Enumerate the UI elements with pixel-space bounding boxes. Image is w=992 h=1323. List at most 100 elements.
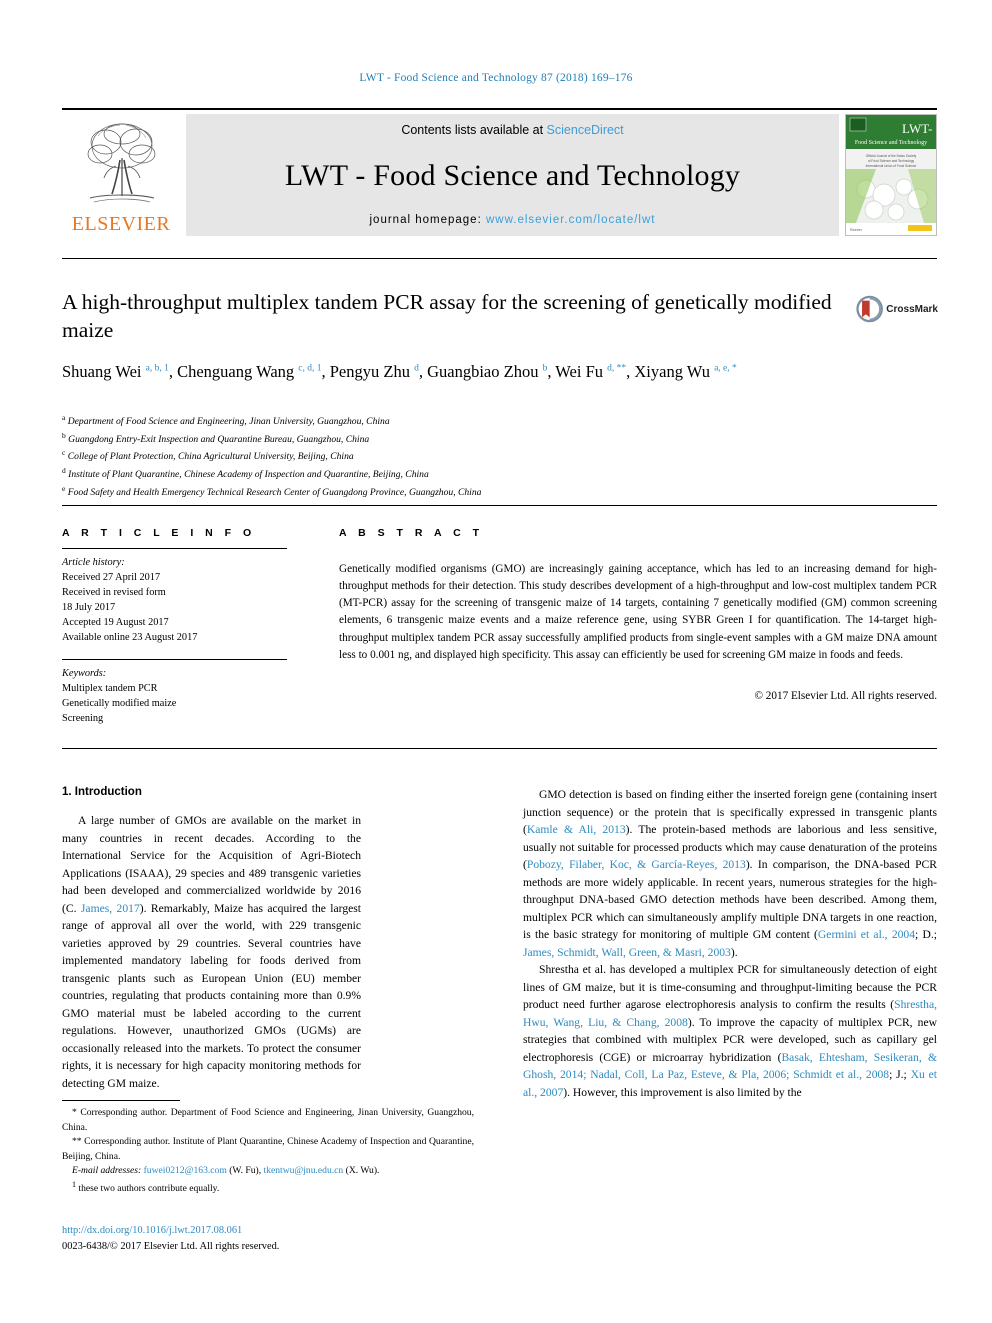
elsevier-tree-icon bbox=[87, 123, 156, 203]
article-info-block: Article history: Received 27 April 2017 … bbox=[62, 548, 287, 726]
body-column-right: GMO detection is based on finding either… bbox=[523, 786, 937, 1101]
intro-p1-part-a: A large number of GMOs are available on … bbox=[62, 814, 361, 915]
intro-paragraph-2: GMO detection is based on finding either… bbox=[523, 786, 937, 961]
history-revised-label: Received in revised form bbox=[62, 587, 166, 599]
sciencedirect-link[interactable]: ScienceDirect bbox=[547, 123, 624, 137]
paper-page: LWT - Food Science and Technology 87 (20… bbox=[0, 0, 992, 1323]
affiliation-marker: a bbox=[62, 413, 66, 422]
footnote-block: * Corresponding author. Department of Fo… bbox=[62, 1106, 474, 1197]
affiliation-text: Guangdong Entry-Exit Inspection and Quar… bbox=[68, 433, 370, 445]
affiliation-marker: b bbox=[62, 430, 66, 440]
affiliation-item: e Food Safety and Health Emergency Techn… bbox=[62, 483, 762, 501]
article-history-label: Article history: bbox=[62, 557, 125, 568]
journal-cover-image: LWT- Food Science and Technology Officia… bbox=[846, 115, 936, 235]
crossmark-icon bbox=[856, 295, 883, 323]
affiliation-text: Institute of Plant Quarantine, Chinese A… bbox=[68, 469, 429, 481]
footnote-corresponding-2: ** Corresponding author. Institute of Pl… bbox=[62, 1135, 474, 1164]
affiliation-text: Department of Food Science and Engineeri… bbox=[67, 416, 390, 428]
svg-text:of Food Science and Technology: of Food Science and Technology bbox=[868, 159, 915, 163]
keyword-item: Genetically modified maize bbox=[62, 698, 177, 710]
crossmark-badge[interactable]: CrossMark bbox=[856, 288, 938, 330]
section-heading-introduction: 1. Introduction bbox=[62, 786, 142, 798]
keywords-label: Keywords: bbox=[62, 668, 107, 680]
affiliation-item: a Department of Food Science and Enginee… bbox=[62, 412, 762, 430]
affiliation-item: c College of Plant Protection, China Agr… bbox=[62, 447, 762, 465]
abstract-heading: A B S T R A C T bbox=[339, 527, 484, 539]
email-label: E-mail addresses: bbox=[72, 1165, 142, 1177]
contents-available-line: Contents lists available at ScienceDirec… bbox=[401, 123, 623, 137]
citation-kamle-ali-2013[interactable]: Kamle & Ali, 2013 bbox=[527, 823, 626, 836]
info-divider-bottom bbox=[62, 748, 937, 749]
keywords-rule bbox=[62, 659, 287, 661]
intro-p3-part-a: Shrestha et al. has developed a multiple… bbox=[523, 963, 937, 1011]
keyword-item: Multiplex tandem PCR bbox=[62, 683, 158, 695]
doi-link[interactable]: http://dx.doi.org/10.1016/j.lwt.2017.08.… bbox=[62, 1225, 242, 1236]
email-name-wu: (X. Wu). bbox=[345, 1165, 380, 1177]
footnote-marker-2: ** bbox=[72, 1136, 82, 1148]
journal-title: LWT - Food Science and Technology bbox=[284, 158, 741, 192]
article-info-spacer bbox=[62, 645, 287, 659]
affiliation-item: d Institute of Plant Quarantine, Chinese… bbox=[62, 465, 762, 483]
citation-pobozy-2013[interactable]: Pobozy, Filaber, Koc, & García-Reyes, 20… bbox=[527, 858, 746, 871]
svg-text:LWT-: LWT- bbox=[902, 121, 932, 136]
footnote-equal-contribution: 1 these two authors contribute equally. bbox=[62, 1179, 474, 1197]
abstract-copyright: © 2017 Elsevier Ltd. All rights reserved… bbox=[754, 690, 938, 702]
affiliation-marker: d bbox=[62, 466, 66, 476]
intro-p1-part-b: ). Remarkably, Maize has acquired the la… bbox=[62, 901, 361, 1090]
journal-cover-thumbnail: LWT- Food Science and Technology Officia… bbox=[845, 114, 937, 236]
footnote-marker-1: * bbox=[72, 1107, 77, 1118]
email-link-wu[interactable]: tkentwu@jnu.edu.cn bbox=[264, 1165, 344, 1176]
article-history-block: Article history: Received 27 April 2017 … bbox=[62, 555, 287, 645]
crossmark-label: CrossMark bbox=[886, 303, 938, 315]
body-column-left: 1. Introduction A large number of GMOs a… bbox=[62, 786, 361, 1092]
journal-homepage-link[interactable]: www.elsevier.com/locate/lwt bbox=[486, 214, 656, 226]
affiliation-text: College of Plant Protection, China Agric… bbox=[67, 451, 354, 463]
history-received: Received 27 April 2017 bbox=[62, 572, 161, 584]
contents-band: Contents lists available at ScienceDirec… bbox=[186, 114, 839, 236]
affiliation-marker: e bbox=[62, 483, 66, 493]
intro-p2-part-e: ). bbox=[730, 945, 738, 959]
affiliation-item: b Guangdong Entry-Exit Inspection and Qu… bbox=[62, 430, 762, 448]
homepage-prefix: journal homepage: bbox=[369, 214, 486, 226]
footnote-text-2: Corresponding author. Institute of Plant… bbox=[62, 1136, 474, 1162]
footnote-divider bbox=[62, 1100, 180, 1101]
intro-p2-part-d: ; D.; bbox=[915, 928, 937, 941]
keywords-block: Keywords: Multiplex tandem PCR Genetical… bbox=[62, 666, 287, 726]
footnote-emails: E-mail addresses: fuwei0212@163.com (W. … bbox=[62, 1164, 474, 1179]
issn-copyright-line: 0023-6438/© 2017 Elsevier Ltd. All right… bbox=[62, 1241, 280, 1252]
affiliation-marker: c bbox=[62, 448, 66, 458]
intro-paragraph-1: A large number of GMOs are available on … bbox=[62, 812, 361, 1092]
keyword-item: Screening bbox=[62, 713, 104, 725]
abstract-text: Genetically modified organisms (GMO) are… bbox=[339, 563, 937, 661]
svg-text:Official Journal of the Swiss: Official Journal of the Swiss Society bbox=[866, 154, 917, 158]
footnote-corresponding-1: * Corresponding author. Department of Fo… bbox=[62, 1106, 474, 1135]
svg-text:Elsevier: Elsevier bbox=[850, 228, 863, 232]
title-divider bbox=[62, 258, 937, 259]
footnote-marker-equal: 1 bbox=[72, 1179, 76, 1189]
contents-prefix: Contents lists available at bbox=[401, 123, 547, 137]
citation-james-2003[interactable]: James, Schmidt, Wall, Green, & Masri, 20… bbox=[523, 946, 731, 959]
article-info-rule bbox=[62, 548, 287, 549]
citation-germini-2004[interactable]: Germini et al., 2004 bbox=[818, 928, 915, 941]
footnote-text-equal: these two authors contribute equally. bbox=[78, 1183, 220, 1195]
email-name-fu: (W. Fu), bbox=[229, 1165, 262, 1177]
page-title: A high-throughput multiplex tandem PCR a… bbox=[62, 290, 832, 343]
email-link-fu[interactable]: fuwei0212@163.com bbox=[144, 1165, 227, 1176]
intro-p3-part-d: ). However, this improvement is also lim… bbox=[563, 1085, 802, 1099]
affiliation-text: Food Safety and Health Emergency Technic… bbox=[67, 487, 482, 499]
running-head: LWT - Food Science and Technology 87 (20… bbox=[359, 72, 633, 84]
journal-homepage-line: journal homepage: www.elsevier.com/locat… bbox=[370, 214, 656, 226]
intro-paragraph-3: Shrestha et al. has developed a multiple… bbox=[523, 961, 937, 1101]
journal-masthead: ELSEVIER Contents lists available at Sci… bbox=[62, 108, 937, 236]
elsevier-wordmark: ELSEVIER bbox=[71, 213, 171, 235]
citation-james-2017[interactable]: James, 2017 bbox=[81, 902, 140, 915]
article-info-heading: A R T I C L E I N F O bbox=[62, 527, 256, 539]
svg-text:Food Science and Technology: Food Science and Technology bbox=[855, 140, 927, 146]
info-divider-top bbox=[62, 505, 937, 506]
elsevier-logo: ELSEVIER bbox=[62, 114, 180, 236]
history-accepted: Accepted 19 August 2017 bbox=[62, 617, 169, 629]
svg-text:International Union of Food Sc: International Union of Food Science bbox=[866, 164, 917, 168]
intro-p3-part-c: ; J.; bbox=[889, 1068, 911, 1081]
affiliation-list: a Department of Food Science and Enginee… bbox=[62, 412, 762, 501]
history-online: Available online 23 August 2017 bbox=[62, 632, 198, 644]
